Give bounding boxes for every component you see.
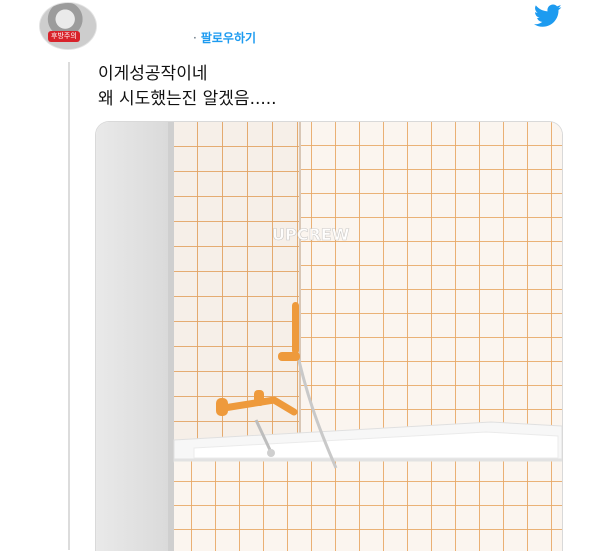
tiled-wall-back xyxy=(300,122,562,452)
avatar-image xyxy=(40,3,96,49)
follow-label: 팔로우하기 xyxy=(200,31,257,45)
watermark-text: UPCREW xyxy=(272,225,350,244)
bathtub-front xyxy=(174,460,562,551)
tweet-media[interactable]: UPCREW xyxy=(95,121,563,551)
twitter-bird-icon[interactable] xyxy=(534,4,562,28)
tweet-text: 이게성공작이네 왜 시도했는진 알겠음..... xyxy=(98,62,277,112)
tweet-line-1: 이게성공작이네 xyxy=(98,64,208,84)
shower-head xyxy=(292,302,299,354)
avatar[interactable]: 후방주의 xyxy=(40,3,96,49)
follow-button[interactable]: · 팔로우하기 xyxy=(193,29,256,46)
header-separator: · xyxy=(193,31,197,45)
avatar-badge-text: 후방주의 xyxy=(48,31,80,42)
tweet-line-2: 왜 시도했는진 알겠음..... xyxy=(98,89,277,109)
left-wall xyxy=(96,122,174,551)
bathroom-photo: UPCREW xyxy=(96,122,562,551)
thread-line xyxy=(68,62,70,550)
